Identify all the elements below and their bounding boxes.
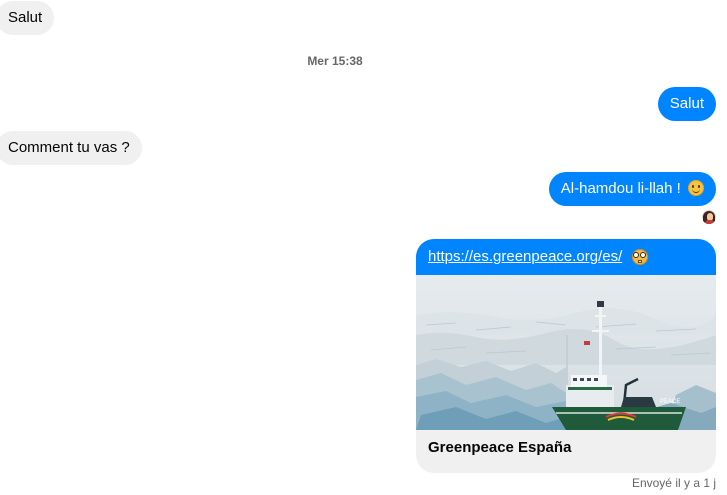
- nerd-face-icon: [632, 249, 648, 265]
- link-url[interactable]: https://es.greenpeace.org/es/: [428, 248, 622, 266]
- link-preview-title: Greenpeace España: [428, 439, 572, 456]
- slightly-smiling-face-icon: [688, 180, 704, 196]
- message-text: Al-hamdou li-llah !: [560, 180, 681, 197]
- svg-text:PEACE: PEACE: [660, 399, 680, 405]
- sent-status: Envoyé il y a 1 j: [631, 476, 716, 490]
- message-timestamp: Mer 15:38: [307, 54, 363, 68]
- message-text: Salut: [669, 95, 704, 112]
- message-thread: Salut Mer 15:38 Salut Comment tu vas ? A…: [0, 0, 727, 495]
- incoming-message-bubble[interactable]: Comment tu vas ?: [0, 131, 142, 165]
- link-preview-image[interactable]: PEACE: [416, 275, 716, 430]
- message-text: Salut: [8, 9, 43, 26]
- link-message-header: https://es.greenpeace.org/es/: [416, 239, 716, 275]
- seen-avatar: [702, 210, 716, 224]
- link-preview-card[interactable]: https://es.greenpeace.org/es/ PEACE Gree…: [416, 239, 716, 473]
- message-text: Comment tu vas ?: [8, 139, 130, 156]
- incoming-message-bubble[interactable]: Salut: [0, 1, 55, 35]
- outgoing-message-bubble[interactable]: Al-hamdou li-llah !: [548, 172, 716, 206]
- outgoing-message-bubble[interactable]: Salut: [657, 87, 716, 121]
